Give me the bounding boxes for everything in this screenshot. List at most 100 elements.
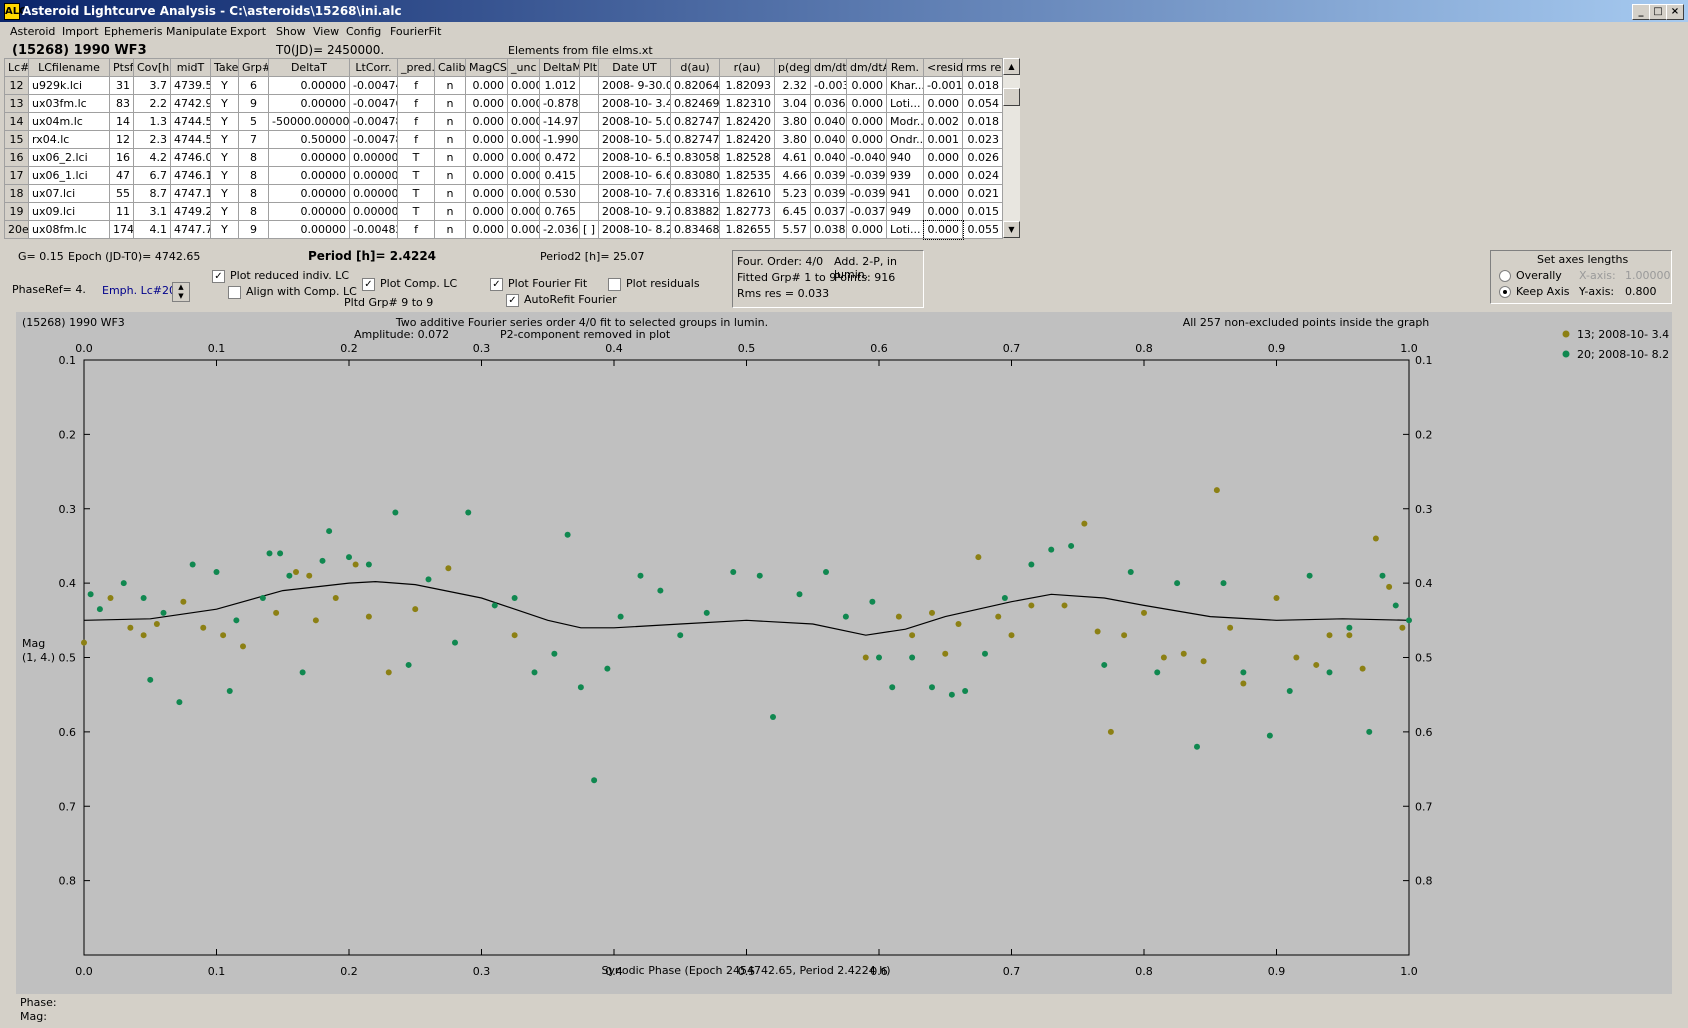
table-cell[interactable]: 0.001 <box>923 130 963 149</box>
data-point[interactable] <box>220 632 227 639</box>
table-cell[interactable]: 1.82655 <box>719 220 775 239</box>
table-row[interactable]: 16 ux06_2.lci 16 4.2 4746.0 Y 8 0.00000 0.00000 T… <box>4 148 1003 167</box>
table-cell[interactable] <box>579 148 599 167</box>
data-point[interactable] <box>1366 728 1373 735</box>
table-cell[interactable]: 55 <box>109 184 134 203</box>
table-cell[interactable]: n <box>434 112 466 131</box>
column-header[interactable]: MagCS <box>465 58 508 77</box>
table-cell[interactable]: 14 <box>4 112 29 131</box>
data-point[interactable] <box>213 568 220 575</box>
table-cell[interactable]: 174 <box>109 220 134 239</box>
table-cell[interactable]: 20e <box>4 220 29 239</box>
table-cell[interactable]: 1.82610 <box>719 184 775 203</box>
table-cell[interactable]: 0.83882 <box>670 202 720 221</box>
table-cell[interactable]: -0.00478 <box>349 112 398 131</box>
data-point[interactable] <box>929 684 935 691</box>
data-point[interactable] <box>531 669 538 676</box>
column-header[interactable]: <resid> <box>923 58 963 77</box>
table-cell[interactable]: 4744.5 <box>170 130 211 149</box>
table-cell[interactable] <box>579 94 599 113</box>
table-cell[interactable]: 0.00000 <box>268 184 350 203</box>
table-cell[interactable]: 6.45 <box>774 202 811 221</box>
column-header[interactable]: DeltaT <box>268 58 350 77</box>
table-cell[interactable]: 4.66 <box>774 166 811 185</box>
table-cell[interactable]: -0.00476 <box>349 94 398 113</box>
table-cell[interactable]: Y <box>210 94 239 113</box>
table-cell[interactable]: 1.82773 <box>719 202 775 221</box>
table-cell[interactable]: f <box>397 220 435 239</box>
table-cell[interactable]: 3.80 <box>774 112 811 131</box>
data-point[interactable] <box>299 669 306 676</box>
table-cell[interactable]: 2008-10- 6.6 <box>598 166 671 185</box>
table-cell[interactable]: 0.040 <box>810 130 847 149</box>
data-point[interactable] <box>942 650 949 657</box>
data-point[interactable] <box>1107 728 1114 735</box>
xaxis-value[interactable]: 1.00000 <box>1625 269 1671 282</box>
menu-show[interactable]: Show <box>276 25 306 38</box>
table-cell[interactable]: 4749.2 <box>170 202 211 221</box>
data-point[interactable] <box>392 509 399 516</box>
table-cell[interactable]: -1.990 <box>539 130 580 149</box>
data-point[interactable] <box>1266 732 1273 739</box>
data-point[interactable] <box>756 572 763 579</box>
table-cell[interactable]: rx04.lc <box>28 130 110 149</box>
data-point[interactable] <box>1359 665 1366 672</box>
table-cell[interactable]: 2008-10- 7.6 <box>598 184 671 203</box>
table-cell[interactable]: n <box>434 130 466 149</box>
data-point[interactable] <box>823 568 829 575</box>
table-cell[interactable]: 0.00000 <box>268 220 350 239</box>
data-point[interactable] <box>491 602 498 609</box>
column-header[interactable]: dm/dt <box>810 58 847 77</box>
table-cell[interactable]: 0.00000 <box>268 202 350 221</box>
table-cell[interactable]: 16 <box>109 148 134 167</box>
data-point[interactable] <box>1240 669 1247 676</box>
table-cell[interactable]: 0.000 <box>922 219 964 240</box>
table-cell[interactable]: 0.000 <box>923 184 963 203</box>
table-scrollbar[interactable]: ▲ ▼ <box>1003 58 1020 238</box>
table-cell[interactable]: 0.039 <box>810 166 847 185</box>
table-cell[interactable]: Y <box>210 130 239 149</box>
table-cell[interactable]: Y <box>210 76 239 95</box>
table-cell[interactable]: 0.83080 <box>670 166 720 185</box>
table-cell[interactable]: 1.012 <box>539 76 580 95</box>
table-cell[interactable]: 0.000 <box>846 76 887 95</box>
table-cell[interactable]: 0.000 <box>465 76 508 95</box>
table-cell[interactable]: u929k.lci <box>28 76 110 95</box>
data-point[interactable] <box>226 687 233 694</box>
column-header[interactable]: Grp# <box>238 58 269 77</box>
table-cell[interactable]: 11 <box>109 202 134 221</box>
table-cell[interactable]: -14.972 <box>539 112 580 131</box>
data-point[interactable] <box>1068 542 1075 549</box>
data-point[interactable] <box>365 613 372 620</box>
data-point[interactable] <box>107 595 114 601</box>
menu-import[interactable]: Import <box>62 25 99 38</box>
table-cell[interactable]: 6 <box>238 76 269 95</box>
table-cell[interactable]: Y <box>210 112 239 131</box>
table-cell[interactable]: 17 <box>4 166 29 185</box>
table-cell[interactable]: 2.2 <box>133 94 171 113</box>
table-cell[interactable]: 0.000 <box>923 202 963 221</box>
table-cell[interactable]: 3.04 <box>774 94 811 113</box>
table-cell[interactable]: 0.000 <box>846 220 887 239</box>
data-point[interactable] <box>1200 658 1207 665</box>
data-point[interactable] <box>1127 568 1134 575</box>
data-point[interactable] <box>1286 687 1293 694</box>
menu-fourierfit[interactable]: FourierFit <box>390 25 441 38</box>
table-cell[interactable]: 4.1 <box>133 220 171 239</box>
data-point[interactable] <box>1346 624 1353 631</box>
table-cell[interactable]: 0.018 <box>962 76 1003 95</box>
table-cell[interactable]: ux03fm.lc <box>28 94 110 113</box>
data-point[interactable] <box>412 606 419 613</box>
table-cell[interactable]: Y <box>210 184 239 203</box>
table-cell[interactable]: 4744.5 <box>170 112 211 131</box>
table-cell[interactable]: 19 <box>4 202 29 221</box>
table-cell[interactable]: 0.000 <box>923 166 963 185</box>
table-cell[interactable]: 0.021 <box>962 184 1003 203</box>
table-cell[interactable]: -50000.00000 <box>268 112 350 131</box>
table-cell[interactable]: -0.00478 <box>349 130 398 149</box>
data-point[interactable] <box>326 528 333 535</box>
data-point[interactable] <box>1326 669 1333 676</box>
data-point[interactable] <box>1194 743 1200 750</box>
data-point[interactable] <box>346 554 352 561</box>
table-cell[interactable]: 12 <box>4 76 29 95</box>
